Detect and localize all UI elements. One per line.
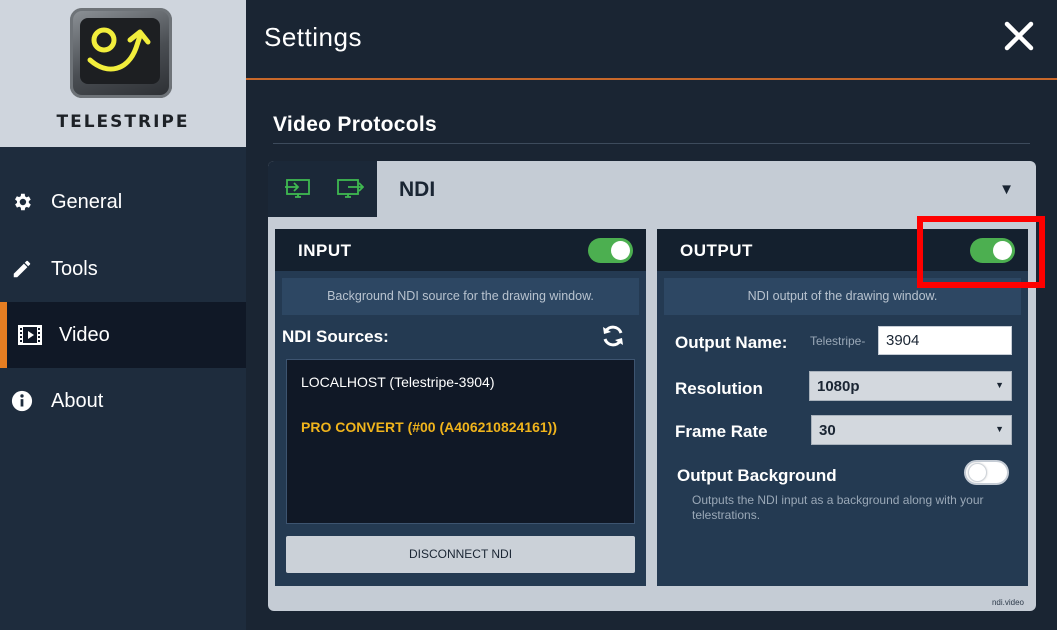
close-icon [1004, 21, 1034, 51]
output-background-toggle[interactable] [964, 460, 1009, 485]
gear-icon [10, 190, 34, 214]
info-icon [10, 389, 34, 413]
header: Settings [246, 0, 1057, 80]
sidebar-item-label: Tools [51, 257, 98, 280]
logo-area: TELESTRIPE [0, 0, 246, 147]
ndi-sources-label: NDI Sources: [282, 327, 389, 346]
chevron-down-icon: ▼ [995, 424, 1004, 434]
output-name-prefix: Telestripe- [810, 334, 866, 348]
refresh-icon[interactable] [600, 323, 626, 349]
sidebar-item-label: Video [59, 323, 110, 346]
frame-rate-value: 30 [819, 422, 836, 439]
ndi-footer: ndi.video [991, 598, 1024, 607]
telestripe-logo-icon [70, 8, 172, 98]
output-header: OUTPUT [657, 229, 1028, 271]
input-title: INPUT [298, 241, 352, 260]
frame-rate-select[interactable]: 30 ▼ [811, 415, 1012, 445]
page-title: Settings [264, 22, 362, 52]
input-header: INPUT [275, 229, 646, 271]
chevron-down-icon: ▼ [995, 380, 1004, 390]
output-panel: OUTPUT NDI output of the drawing window.… [657, 229, 1028, 586]
resolution-value: 1080p [817, 378, 860, 395]
output-description: NDI output of the drawing window. [664, 278, 1021, 315]
app-window: TELESTRIPE General Tools Video About Set… [0, 0, 1057, 630]
ndi-source-item[interactable]: LOCALHOST (Telestripe-3904) [301, 374, 494, 390]
output-background-description: Outputs the NDI input as a background al… [692, 493, 984, 522]
pencil-icon [10, 257, 34, 281]
input-panel: INPUT Background NDI source for the draw… [275, 229, 646, 586]
sidebar-item-about[interactable]: About [0, 368, 246, 434]
sidebar-item-label: General [51, 190, 123, 213]
sidebar: TELESTRIPE General Tools Video About [0, 0, 246, 630]
dropdown-caret-icon[interactable]: ▼ [999, 181, 1014, 198]
disconnect-ndi-button[interactable]: DISCONNECT NDI [286, 536, 635, 573]
protocol-panel: NDI ▼ INPUT Background NDI source for th… [268, 161, 1036, 611]
output-name-label: Output Name: [675, 333, 788, 352]
output-name-input[interactable] [878, 326, 1012, 355]
output-background-label: Output Background [677, 466, 837, 485]
protocol-icons [268, 161, 377, 217]
sidebar-item-tools[interactable]: Tools [0, 236, 246, 302]
section-title: Video Protocols [273, 113, 437, 136]
output-toggle[interactable] [970, 238, 1015, 263]
input-description: Background NDI source for the drawing wi… [282, 278, 639, 315]
close-button[interactable] [1003, 20, 1035, 52]
monitor-output-icon[interactable] [336, 177, 365, 201]
ndi-source-item-selected[interactable]: PRO CONVERT (#00 (A406210824161)) [301, 419, 557, 435]
sidebar-item-label: About [51, 389, 104, 412]
output-title: OUTPUT [680, 241, 753, 260]
sidebar-item-video[interactable]: Video [0, 302, 246, 368]
section-divider [273, 143, 1030, 144]
resolution-select[interactable]: 1080p ▼ [809, 371, 1012, 401]
ndi-sources-list: LOCALHOST (Telestripe-3904) PRO CONVERT … [286, 359, 635, 524]
sidebar-item-general[interactable]: General [0, 169, 246, 235]
film-icon [18, 323, 42, 347]
monitor-input-icon[interactable] [284, 177, 312, 201]
frame-rate-label: Frame Rate [675, 422, 768, 441]
input-toggle[interactable] [588, 238, 633, 263]
brand-name: TELESTRIPE [56, 112, 190, 132]
protocol-select-value[interactable]: NDI [399, 178, 435, 202]
resolution-label: Resolution [675, 379, 763, 398]
